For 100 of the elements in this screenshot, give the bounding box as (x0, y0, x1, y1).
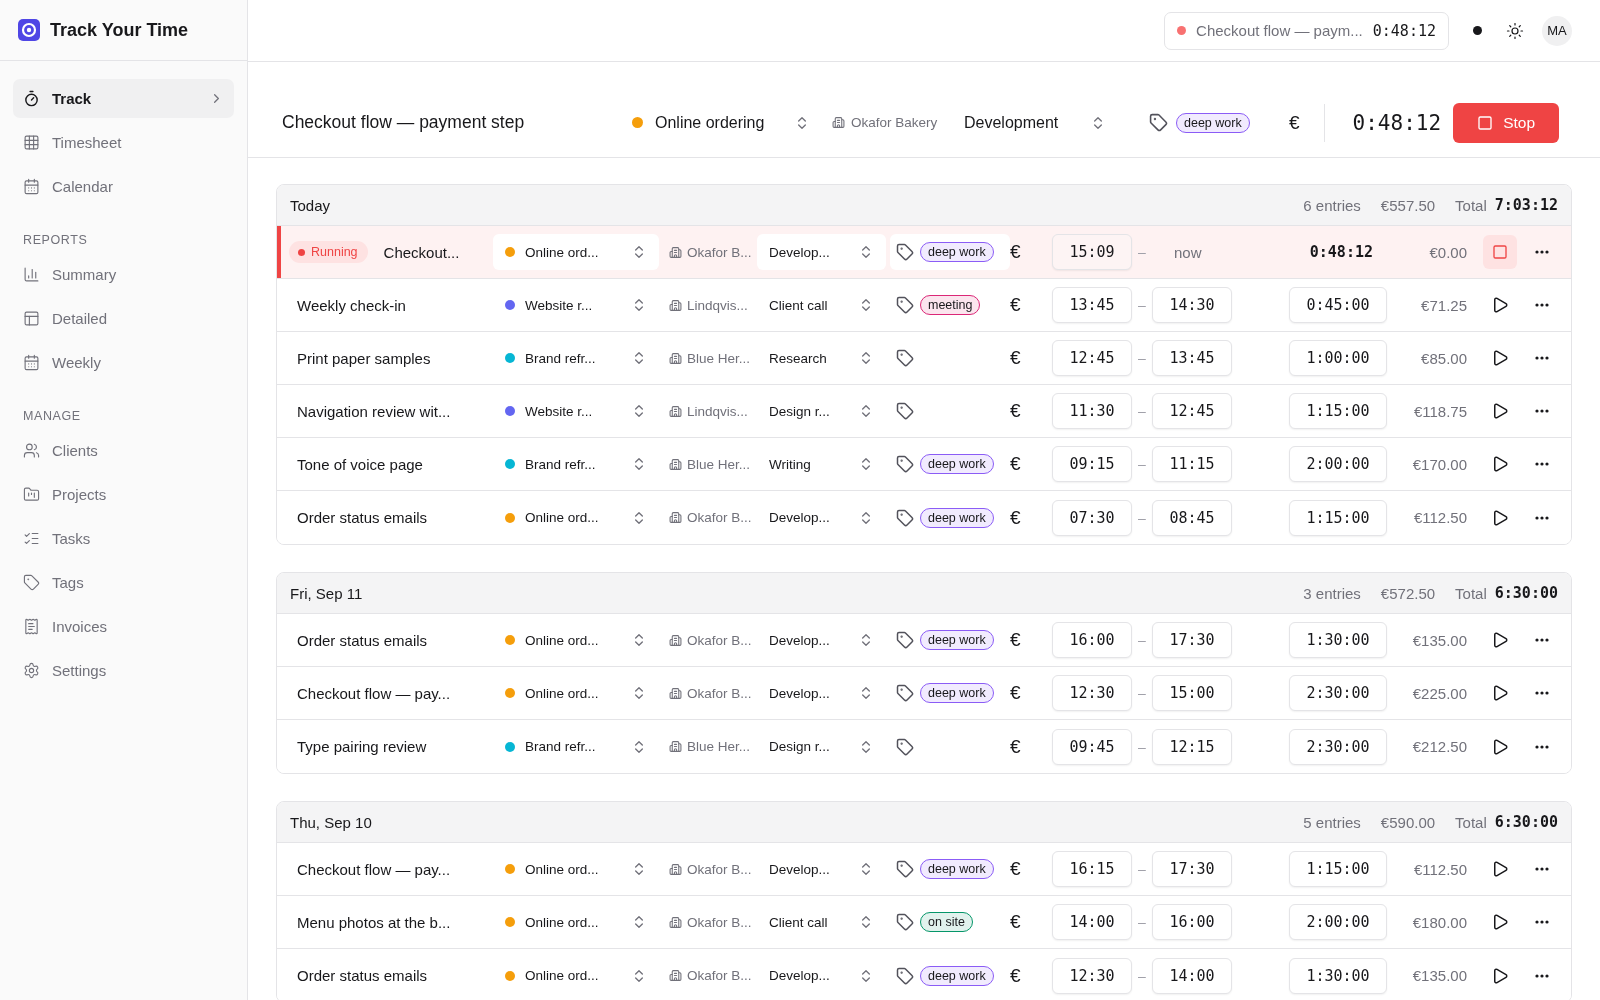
entry-description[interactable]: Print paper samples (297, 349, 431, 367)
end-time-field[interactable]: 14:30 (1152, 287, 1232, 323)
nav-item[interactable]: Tags (13, 563, 234, 602)
entry-description[interactable]: Type pairing review (297, 738, 427, 755)
billable-toggle[interactable]: € (1010, 453, 1052, 475)
tag-icon[interactable] (896, 455, 914, 473)
timer-description[interactable]: Checkout flow — payment step (282, 112, 632, 133)
duration-field[interactable]: 2:00:00 (1289, 904, 1387, 940)
task-select[interactable]: Develop... (757, 851, 886, 887)
end-time-field[interactable]: 15:00 (1152, 675, 1232, 711)
sun-icon[interactable] (1506, 21, 1524, 40)
duration-field[interactable]: 1:30:00 (1289, 957, 1387, 994)
nav-item[interactable]: Track (13, 79, 234, 118)
start-time-field[interactable]: 12:30 (1052, 957, 1132, 994)
project-select[interactable]: Online ord... (493, 499, 659, 536)
duration-field[interactable]: 2:30:00 (1289, 675, 1387, 711)
nav-item[interactable]: Clients (13, 431, 234, 470)
stop-button[interactable] (1483, 235, 1517, 269)
tag-icon[interactable] (896, 243, 914, 261)
duration-field[interactable]: 1:15:00 (1289, 851, 1387, 887)
task-select[interactable]: Writing (757, 446, 886, 482)
project-select[interactable]: Brand refr... (493, 446, 659, 482)
project-select[interactable]: Website r... (493, 287, 659, 323)
start-time-field[interactable]: 16:15 (1052, 851, 1132, 887)
end-time-field[interactable]: 08:45 (1152, 499, 1232, 536)
entry-description[interactable]: Checkout flow — pay... (297, 684, 451, 702)
entry-description[interactable]: Order status emails (297, 631, 428, 649)
end-time-field[interactable]: 16:00 (1152, 904, 1232, 940)
billable-toggle[interactable]: € (1010, 858, 1052, 880)
project-select[interactable]: Website r... (493, 393, 659, 429)
tag-icon[interactable] (896, 966, 914, 985)
entry-description[interactable]: Menu photos at the b... (297, 913, 451, 931)
duration-field[interactable]: 0:45:00 (1289, 287, 1387, 323)
nav-item[interactable]: Projects (13, 475, 234, 514)
tag-icon[interactable] (896, 296, 914, 314)
duration-field[interactable]: 1:30:00 (1289, 622, 1387, 658)
task-select[interactable]: Develop... (757, 675, 886, 711)
end-time-field[interactable]: 17:30 (1152, 622, 1232, 658)
task-select[interactable]: Develop... (757, 622, 886, 658)
tag-icon[interactable] (1149, 113, 1168, 132)
project-select[interactable]: Online ord... (493, 904, 659, 940)
project-select[interactable]: Brand refr... (493, 728, 659, 765)
end-time-field[interactable]: 11:15 (1152, 446, 1232, 482)
billable-toggle[interactable]: € (1010, 294, 1052, 316)
entry-description[interactable]: Weekly check-in (297, 296, 406, 314)
current-timer-chip[interactable]: Checkout flow — paym... 0:48:12 (1164, 11, 1449, 50)
task-select[interactable]: Design r... (757, 728, 886, 765)
project-select[interactable]: Online ord... (493, 234, 659, 270)
duration-field[interactable]: 2:30:00 (1289, 728, 1387, 765)
tag-icon[interactable] (896, 349, 914, 367)
entry-description[interactable]: Checkout flow — pay... (297, 860, 451, 878)
billable-toggle[interactable]: € (1010, 506, 1052, 529)
nav-item[interactable]: Timesheet (13, 123, 234, 162)
duration-field[interactable]: 1:15:00 (1289, 499, 1387, 536)
nav-item[interactable]: Calendar (13, 167, 234, 206)
entry-description[interactable]: Tone of voice page (297, 455, 423, 473)
end-time-field[interactable]: 14:00 (1152, 957, 1232, 994)
tag-icon[interactable] (896, 631, 914, 649)
start-time-field[interactable]: 07:30 (1052, 499, 1132, 536)
duration-field[interactable]: 1:15:00 (1289, 393, 1387, 429)
stop-button[interactable]: Stop (1453, 102, 1560, 143)
end-time-field[interactable]: 12:15 (1152, 728, 1232, 765)
project-select[interactable]: Online ord... (493, 851, 659, 887)
start-time-field[interactable]: 16:00 (1052, 622, 1132, 658)
start-time-field[interactable]: 12:30 (1052, 675, 1132, 711)
billable-toggle[interactable]: € (1010, 241, 1052, 263)
tag-icon[interactable] (896, 737, 914, 756)
nav-item[interactable]: Detailed (13, 299, 234, 338)
project-select[interactable]: Online ord... (493, 957, 659, 994)
task-select[interactable]: Develop... (757, 499, 886, 536)
task-select[interactable]: Research (757, 340, 886, 376)
project-select[interactable]: Brand refr... (493, 340, 659, 376)
billable-toggle[interactable]: € (1010, 735, 1052, 758)
billable-toggle[interactable]: € (1289, 111, 1300, 134)
task-select[interactable]: Develop... (757, 957, 886, 994)
start-time-field[interactable]: 09:15 (1052, 446, 1132, 482)
start-time-field[interactable]: 13:45 (1052, 287, 1132, 323)
end-time-field[interactable]: 17:30 (1152, 851, 1232, 887)
start-time-field[interactable]: 15:09 (1052, 234, 1132, 270)
duration-field[interactable]: 2:00:00 (1289, 446, 1387, 482)
tag-icon[interactable] (896, 684, 914, 702)
project-select[interactable]: Online ord... (493, 622, 659, 658)
nav-item[interactable]: Tasks (13, 519, 234, 558)
end-time-field[interactable]: 12:45 (1152, 393, 1232, 429)
nav-item[interactable]: Invoices (13, 607, 234, 646)
billable-toggle[interactable]: € (1010, 682, 1052, 704)
tag-icon[interactable] (896, 913, 914, 931)
entry-description[interactable]: Order status emails (297, 967, 428, 984)
billable-toggle[interactable]: € (1010, 400, 1052, 422)
entry-description[interactable]: Checkout... (383, 243, 460, 261)
tag-icon[interactable] (896, 860, 914, 878)
project-select[interactable]: Online ordering (632, 113, 832, 132)
billable-toggle[interactable]: € (1010, 964, 1052, 987)
task-select[interactable]: Client call (757, 287, 886, 323)
task-select[interactable]: Development (964, 113, 1149, 132)
nav-item[interactable]: Settings (13, 651, 234, 690)
billable-toggle[interactable]: € (1010, 629, 1052, 651)
user-avatar[interactable]: MA (1542, 15, 1572, 46)
task-select[interactable]: Client call (757, 904, 886, 940)
task-select[interactable]: Develop... (757, 234, 886, 270)
